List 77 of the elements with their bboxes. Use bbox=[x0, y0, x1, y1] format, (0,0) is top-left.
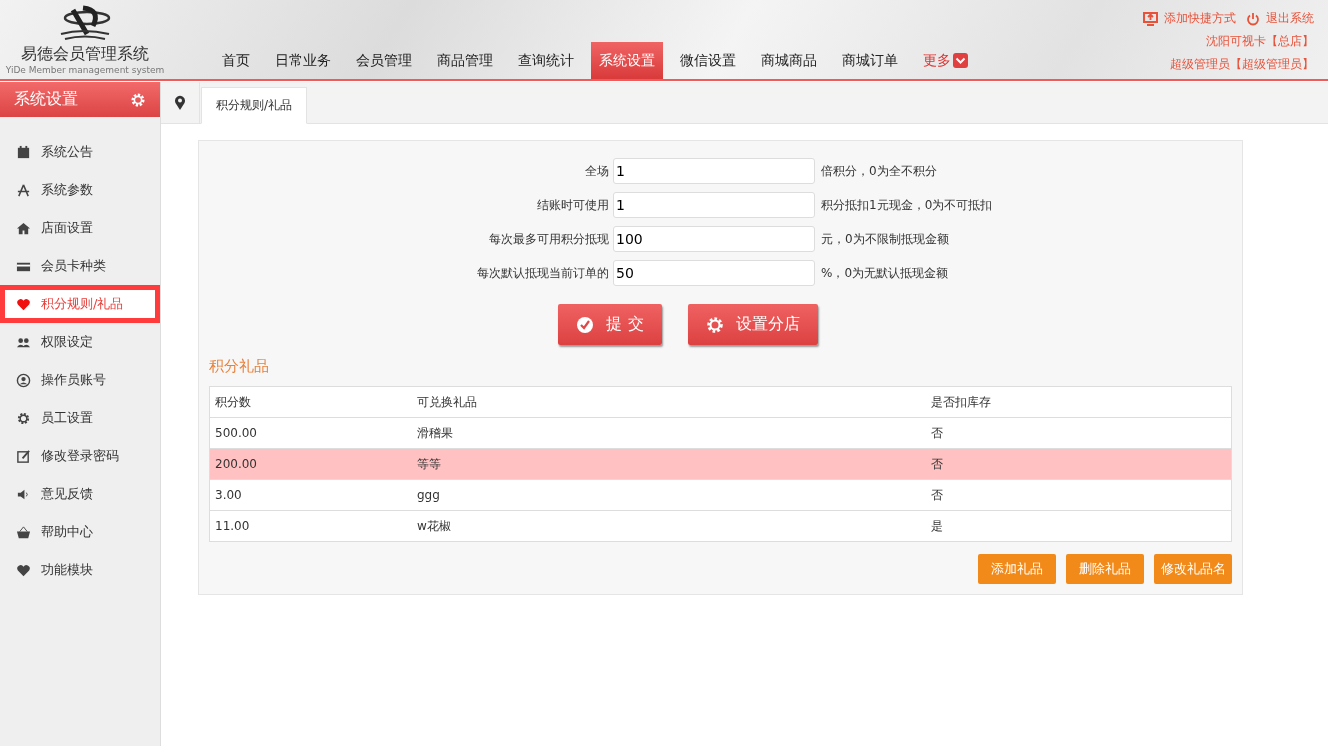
field-label: 每次默认抵现当前订单的 bbox=[476, 264, 610, 282]
calendar-icon bbox=[16, 144, 31, 160]
section-title: 积分礼品 bbox=[209, 357, 269, 376]
nav-tab[interactable]: 日常业务 bbox=[267, 42, 339, 79]
table-row[interactable]: 3.00 ggg 否 bbox=[209, 479, 1232, 511]
user-name: 超级管理员【超级管理员】 bbox=[1170, 56, 1314, 73]
sidebar-header: 系统设置 bbox=[0, 82, 160, 117]
gear-icon bbox=[16, 410, 31, 426]
field-hint: 倍积分，0为全不积分 bbox=[820, 162, 938, 180]
table-cell: 200.00 bbox=[209, 448, 412, 480]
input-field[interactable]: 1 bbox=[613, 158, 815, 184]
submit-button[interactable]: 提 交 bbox=[558, 304, 662, 345]
page-tab[interactable]: 积分规则/礼品 bbox=[201, 87, 308, 124]
table-row[interactable]: 200.00 等等 否 bbox=[209, 448, 1232, 480]
user-icon bbox=[16, 372, 31, 388]
input-field[interactable]: 50 bbox=[613, 260, 815, 286]
table-cell: 3.00 bbox=[209, 479, 412, 511]
nav-tab[interactable]: 商城订单 bbox=[834, 42, 906, 79]
table-cell: 滑稽果 bbox=[412, 417, 926, 449]
sidebar-item[interactable]: 功能模块 bbox=[0, 551, 160, 589]
table-cell: 否 bbox=[926, 417, 1232, 449]
table-cell: 否 bbox=[926, 448, 1232, 480]
edit-icon bbox=[16, 448, 31, 464]
sidebar-item[interactable]: 系统参数 bbox=[0, 171, 160, 209]
branch-settings-button[interactable]: 设置分店 bbox=[687, 304, 818, 345]
column-header: 是否扣库存 bbox=[926, 386, 1232, 418]
store-name: 沈阳可视卡【总店】 bbox=[1206, 33, 1314, 50]
sidebar-item[interactable]: 帮助中心 bbox=[0, 513, 160, 551]
nav-tab[interactable]: 首页 bbox=[214, 42, 258, 79]
sidebar-item[interactable]: 修改登录密码 bbox=[0, 437, 160, 475]
table-cell: 500.00 bbox=[209, 417, 412, 449]
field-label: 每次最多可用积分抵现 bbox=[488, 230, 610, 248]
nav-tab[interactable]: 商城商品 bbox=[753, 42, 825, 79]
sidebar-item[interactable]: 积分规则/礼品 bbox=[0, 285, 160, 323]
basket-icon bbox=[16, 524, 31, 540]
field-hint: 积分抵扣1元现金，0为不可抵扣 bbox=[820, 196, 994, 214]
gear-icon bbox=[705, 315, 724, 334]
sidebar-item[interactable]: 系统公告 bbox=[0, 133, 160, 171]
table-cell: 11.00 bbox=[209, 510, 412, 542]
settings-icon bbox=[130, 91, 146, 108]
table-cell: 等等 bbox=[412, 448, 926, 480]
table-cell: ggg bbox=[412, 479, 926, 511]
sidebar-item[interactable]: 操作员账号 bbox=[0, 361, 160, 399]
check-icon bbox=[576, 315, 595, 334]
sidebar-item[interactable]: 会员卡种类 bbox=[0, 247, 160, 285]
table-row[interactable]: 500.00 滑稽果 否 bbox=[209, 417, 1232, 449]
heart-icon bbox=[16, 296, 31, 312]
table-cell: w花椒 bbox=[412, 510, 926, 542]
sidebar-item[interactable]: 店面设置 bbox=[0, 209, 160, 247]
input-field[interactable]: 1 bbox=[613, 192, 815, 218]
home-icon bbox=[16, 220, 31, 236]
field-hint: 元，0为不限制抵现金额 bbox=[820, 230, 950, 248]
column-header: 积分数 bbox=[209, 386, 412, 418]
power-icon bbox=[1246, 11, 1260, 26]
sidebar-item[interactable]: 员工设置 bbox=[0, 399, 160, 437]
table-cell: 否 bbox=[926, 479, 1232, 511]
more-menu[interactable]: 更多 bbox=[915, 42, 976, 79]
nav-tab[interactable]: 商品管理 bbox=[429, 42, 501, 79]
app-name: 易德会员管理系统 bbox=[21, 44, 149, 65]
location-icon bbox=[174, 94, 186, 111]
heart-icon bbox=[16, 562, 31, 578]
monitor-icon bbox=[1143, 11, 1158, 26]
field-hint: %，0为无默认抵现金额 bbox=[820, 264, 950, 282]
nav-tab[interactable]: 微信设置 bbox=[672, 42, 744, 79]
caret-icon bbox=[953, 53, 968, 68]
sidebar-item[interactable]: 意见反馈 bbox=[0, 475, 160, 513]
sidebar-item[interactable]: 权限设定 bbox=[0, 323, 160, 361]
field-label: 全场 bbox=[584, 162, 610, 180]
input-field[interactable]: 100 bbox=[613, 226, 815, 252]
table-row[interactable]: 11.00 w花椒 是 bbox=[209, 510, 1232, 542]
table-cell: 是 bbox=[926, 510, 1232, 542]
app-subtitle: YiDe Member management system bbox=[5, 65, 165, 75]
column-header: 可兑换礼品 bbox=[412, 386, 926, 418]
nav-tab[interactable]: 会员管理 bbox=[348, 42, 420, 79]
field-label: 结账时可使用 bbox=[536, 196, 610, 214]
nav-tab[interactable]: 系统设置 bbox=[591, 42, 663, 79]
nav-tab[interactable]: 查询统计 bbox=[510, 42, 582, 79]
